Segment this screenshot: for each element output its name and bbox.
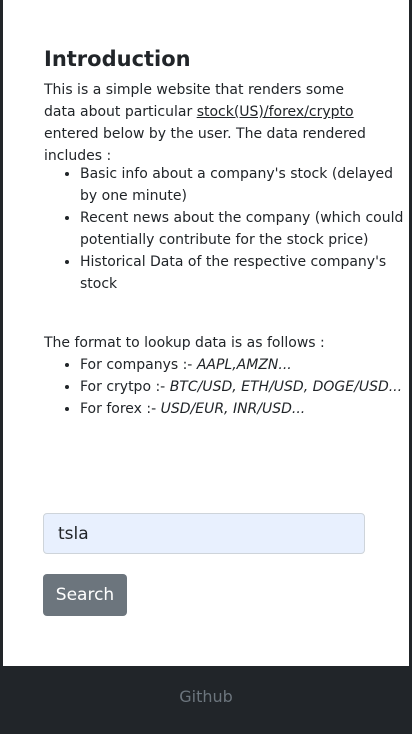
- intro-text-after: entered below by the user. The data rend…: [44, 126, 366, 164]
- feature-item: Basic info about a company's stock (dela…: [80, 163, 410, 207]
- format-list: For companys :- AAPL,AMZN... For crytpo …: [44, 354, 410, 420]
- format-item-example: AAPL,AMZN...: [196, 357, 292, 373]
- intro-paragraph: This is a simple website that renders so…: [44, 79, 374, 167]
- search-button[interactable]: Search: [43, 574, 127, 616]
- format-item-example: BTC/USD, ETH/USD, DOGE/USD...: [169, 379, 403, 395]
- format-item: For companys :- AAPL,AMZN...: [80, 354, 410, 376]
- format-item: For crytpo :- BTC/USD, ETH/USD, DOGE/USD…: [80, 376, 410, 398]
- main-card: Introduction This is a simple website th…: [3, 0, 409, 666]
- format-item-label: For forex :-: [80, 401, 161, 417]
- stock-forex-crypto-link[interactable]: stock(US)/forex/crypto: [197, 104, 354, 120]
- format-item-example: USD/EUR, INR/USD...: [160, 401, 306, 417]
- format-item-label: For companys :-: [80, 357, 197, 373]
- search-input[interactable]: [43, 513, 365, 554]
- footer: Github: [0, 666, 412, 734]
- format-item-label: For crytpo :-: [80, 379, 170, 395]
- feature-list: Basic info about a company's stock (dela…: [44, 163, 410, 295]
- feature-item: Recent news about the company (which cou…: [80, 207, 410, 251]
- format-heading: The format to lookup data is as follows …: [44, 335, 325, 351]
- page-title: Introduction: [44, 47, 191, 71]
- github-link[interactable]: Github: [179, 687, 233, 706]
- feature-item: Historical Data of the respective compan…: [80, 251, 410, 295]
- format-item: For forex :- USD/EUR, INR/USD...: [80, 398, 410, 420]
